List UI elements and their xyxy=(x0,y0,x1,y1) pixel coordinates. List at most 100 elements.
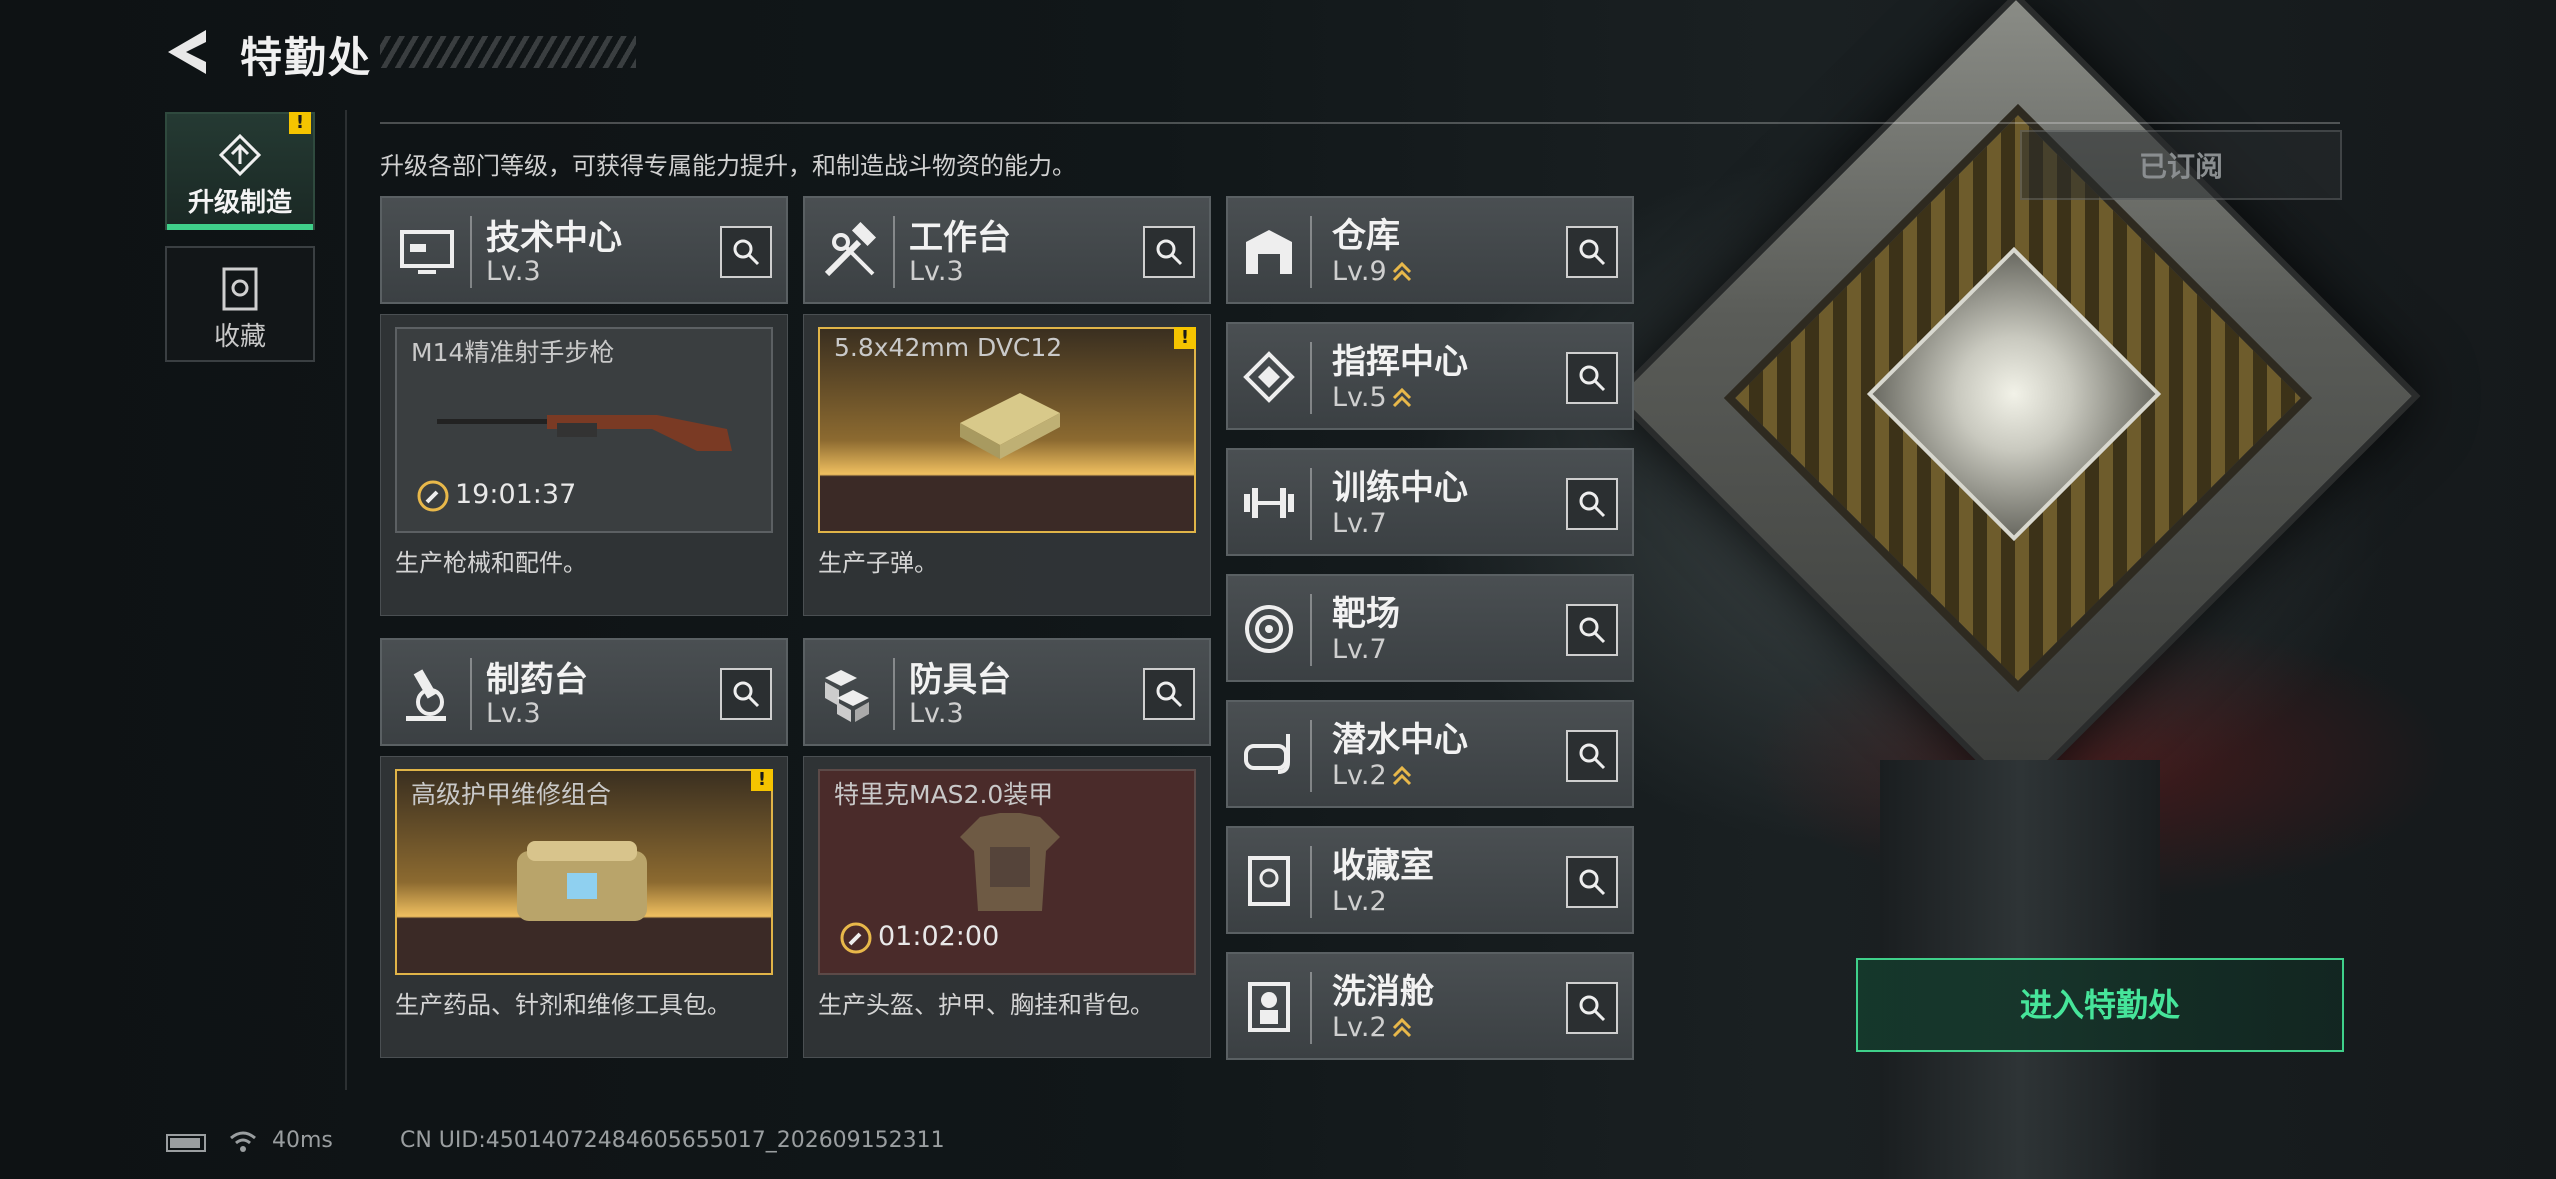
dept-row-decontamination[interactable]: 洗消舱 Lv.2 xyxy=(1226,952,1634,1060)
search-button[interactable] xyxy=(1143,668,1195,720)
warning-badge: ! xyxy=(289,112,311,134)
search-button[interactable] xyxy=(1143,226,1195,278)
search-button[interactable] xyxy=(1566,856,1618,908)
divider xyxy=(380,122,2340,124)
user-uid: CN UID:45014072484605655017_202609152311 xyxy=(400,1128,945,1153)
production-slot[interactable]: 5.8x42mm DVC12 ! xyxy=(818,327,1196,533)
tab-label: 收藏 xyxy=(213,322,266,352)
search-button[interactable] xyxy=(1566,982,1618,1034)
search-icon xyxy=(1579,617,1606,644)
dept-row-training-center[interactable]: 训练中心 Lv.7 xyxy=(1226,448,1634,556)
dept-row-command-center[interactable]: 指挥中心 Lv.5 xyxy=(1226,322,1634,430)
upgrade-arrow-icon xyxy=(167,132,313,178)
production-slot[interactable]: 高级护甲维修组合 ! xyxy=(395,769,773,975)
dept-level: Lv.3 xyxy=(909,256,964,287)
back-arrow-icon xyxy=(168,30,206,74)
search-icon xyxy=(1579,743,1606,770)
search-button[interactable] xyxy=(1566,604,1618,656)
warning-badge: ! xyxy=(1174,327,1196,349)
dept-level: Lv.3 xyxy=(486,698,541,729)
dept-description: 生产子弹。 xyxy=(818,549,938,577)
production-timer: 19:01:37 xyxy=(417,479,576,512)
enter-special-ops-button[interactable]: 进入特勤处 xyxy=(1856,958,2344,1052)
product-name: 5.8x42mm DVC12 xyxy=(834,333,1063,362)
dept-name: 收藏室 xyxy=(1332,846,1434,886)
search-button[interactable] xyxy=(1566,226,1618,278)
product-name: 特里克MAS2.0装甲 xyxy=(834,780,1054,809)
dept-header[interactable]: 制药台 Lv.3 xyxy=(380,638,788,746)
dept-name: 潜水中心 xyxy=(1332,720,1468,760)
decon-suit-icon xyxy=(1248,982,1290,1032)
dept-header[interactable]: 工作台 Lv.3 xyxy=(803,196,1211,304)
search-icon xyxy=(1579,491,1606,518)
dept-row-collection-room[interactable]: 收藏室 Lv.2 xyxy=(1226,826,1634,934)
search-button[interactable] xyxy=(720,668,772,720)
search-button[interactable] xyxy=(1566,478,1618,530)
dept-level: Lv.7 xyxy=(1332,634,1387,665)
dept-level: Lv.2 xyxy=(1332,760,1413,791)
dept-header[interactable]: 防具台 Lv.3 xyxy=(803,638,1211,746)
upgrade-available-icon xyxy=(1392,261,1411,281)
microscope-icon xyxy=(406,669,446,721)
wrench-timer-icon xyxy=(417,480,449,511)
dept-name: 防具台 xyxy=(909,660,1011,700)
divider xyxy=(345,110,347,1090)
dept-row-shooting-range[interactable]: 靶场 Lv.7 xyxy=(1226,574,1634,682)
hammer-wrench-icon xyxy=(824,222,877,277)
production-slot[interactable]: M14精准射手步枪 19:01:37 xyxy=(395,327,773,533)
warehouse-icon xyxy=(1246,230,1292,274)
search-icon xyxy=(733,681,760,708)
production-slot[interactable]: 特里克MAS2.0装甲 01:02:00 xyxy=(818,769,1196,975)
dept-row-warehouse[interactable]: 仓库 Lv.9 xyxy=(1226,196,1634,304)
upgrade-available-icon xyxy=(1392,387,1411,407)
dept-description: 生产头盔、护甲、胸挂和背包。 xyxy=(818,991,1154,1019)
rifle-image xyxy=(437,415,732,451)
production-timer: 01:02:00 xyxy=(840,921,999,954)
subscribed-button[interactable]: 已订阅 xyxy=(2020,130,2342,200)
search-icon xyxy=(1156,681,1183,708)
command-chip-icon xyxy=(1243,351,1295,403)
ammo-box-image xyxy=(960,393,1060,459)
dept-level: Lv.2 xyxy=(1332,886,1387,917)
dept-name: 仓库 xyxy=(1332,216,1400,256)
warning-badge: ! xyxy=(751,769,773,791)
search-button[interactable] xyxy=(1566,730,1618,782)
title-decoration xyxy=(380,36,636,68)
dept-name: 训练中心 xyxy=(1332,468,1468,508)
page-description: 升级各部门等级，可获得专属能力提升，和制造战斗物资的能力。 xyxy=(380,152,1076,180)
wrench-timer-icon xyxy=(840,922,872,953)
upgrade-available-icon xyxy=(1392,765,1411,785)
dept-body: M14精准射手步枪 19:01:37 生产枪械和配件。 xyxy=(380,314,788,616)
product-name: M14精准射手步枪 xyxy=(411,338,615,367)
dept-header[interactable]: 技术中心 Lv.3 xyxy=(380,196,788,304)
search-button[interactable] xyxy=(720,226,772,278)
dept-body: 5.8x42mm DVC12 ! 生产子弹。 xyxy=(803,314,1211,616)
repair-kit-image xyxy=(517,841,647,921)
dumbbell-icon xyxy=(1244,488,1294,518)
back-button[interactable] xyxy=(162,26,212,78)
dept-level: Lv.9 xyxy=(1332,256,1413,287)
monitor-icon xyxy=(400,230,454,274)
search-button[interactable] xyxy=(1566,352,1618,404)
dept-name: 洗消舱 xyxy=(1332,972,1434,1012)
search-icon xyxy=(1579,869,1606,896)
search-icon xyxy=(733,239,760,266)
dept-body: 高级护甲维修组合 ! 生产药品、针剂和维修工具包。 xyxy=(380,756,788,1058)
search-icon xyxy=(1579,239,1606,266)
diving-mask-icon xyxy=(1244,734,1290,774)
boxes-icon xyxy=(825,670,869,722)
wifi-icon xyxy=(230,1131,256,1152)
dept-row-diving-center[interactable]: 潜水中心 Lv.2 xyxy=(1226,700,1634,808)
page-title: 特勤处 xyxy=(240,33,373,82)
dept-body: 特里克MAS2.0装甲 01:02:00 生产头盔、护甲、胸挂和背包。 xyxy=(803,756,1211,1058)
battery-icon xyxy=(166,1134,206,1152)
dept-level: Lv.7 xyxy=(1332,508,1387,539)
dept-description: 生产枪械和配件。 xyxy=(395,549,587,577)
dept-level: Lv.3 xyxy=(909,698,964,729)
tab-label: 升级制造 xyxy=(187,188,292,218)
tab-upgrade-manufacture[interactable]: 升级制造 ! xyxy=(165,112,315,230)
dept-name: 指挥中心 xyxy=(1332,342,1468,382)
dept-level: Lv.5 xyxy=(1332,382,1413,413)
search-icon xyxy=(1579,365,1606,392)
tab-collection[interactable]: 收藏 xyxy=(165,246,315,362)
